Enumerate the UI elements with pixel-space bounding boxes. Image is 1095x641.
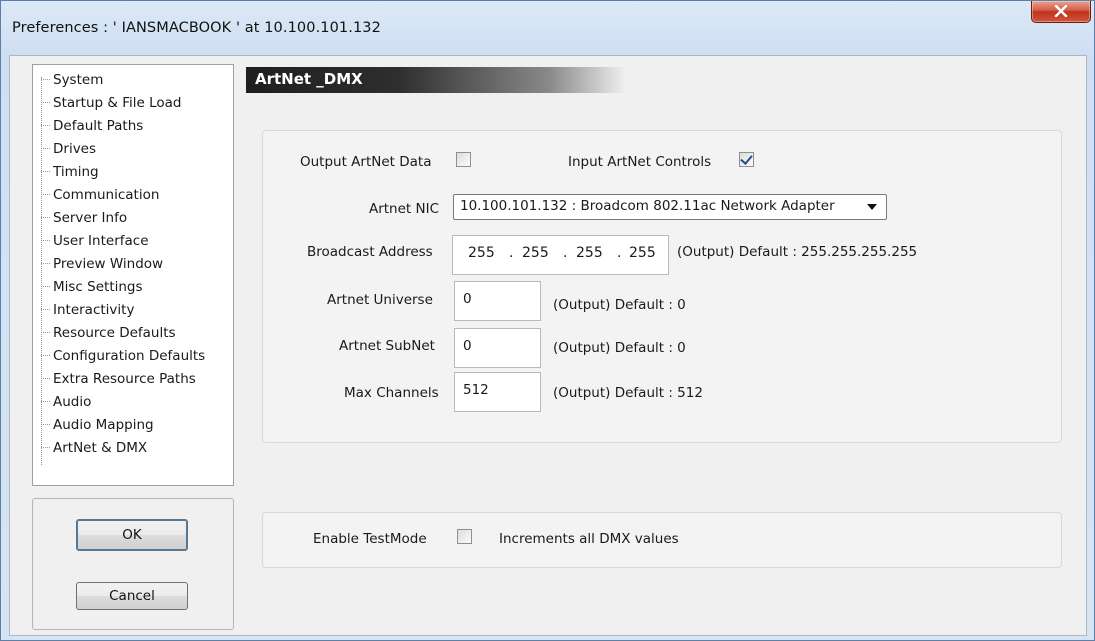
preferences-tree: System Startup & File Load Default Paths… [32,64,234,486]
dialog-body: System Startup & File Load Default Paths… [9,55,1087,636]
max-channels-default-hint: (Output) Default : 512 [553,385,703,401]
broadcast-address-input[interactable]: 255 . 255 . 255 . 255 [452,235,669,275]
tree-item-interactivity[interactable]: Interactivity [33,298,135,321]
input-artnet-checkbox[interactable] [739,152,754,167]
broadcast-dot: . [617,245,622,261]
broadcast-octet-3: 255 [576,245,603,261]
close-icon [1054,5,1068,17]
artnet-nic-select[interactable]: 10.100.101.132 : Broadcom 802.11ac Netwo… [453,194,887,220]
tree-item-label: System [53,71,104,88]
broadcast-octet-1: 255 [468,245,495,261]
max-channels-value: 512 [463,382,489,398]
enable-testmode-checkbox[interactable] [457,529,472,544]
tree-item-label: Server Info [53,209,128,226]
ok-button[interactable]: OK [76,519,188,551]
max-channels-label: Max Channels [344,385,439,401]
tree-item-label: Preview Window [53,255,164,272]
chevron-down-icon [867,204,877,210]
enable-testmode-label: Enable TestMode [313,531,427,547]
tree-item-label: Default Paths [53,117,144,134]
close-button[interactable] [1031,1,1091,23]
tree-item-label: Configuration Defaults [53,347,206,364]
broadcast-address-label: Broadcast Address [307,244,433,260]
tree-item-misc-settings[interactable]: Misc Settings [33,275,144,298]
tree-item-label: Audio Mapping [53,416,154,433]
artnet-nic-label: Artnet NIC [368,201,439,217]
title-bar[interactable]: Preferences : ' IANSMACBOOK ' at 10.100.… [1,1,1094,56]
section-header: ArtNet _DMX [246,67,626,93]
output-artnet-checkbox[interactable] [456,152,471,167]
tree-item-label: Startup & File Load [53,94,182,111]
input-artnet-label: Input ArtNet Controls [568,154,712,170]
artnet-subnet-input[interactable]: 0 [454,328,541,368]
broadcast-default-hint: (Output) Default : 255.255.255.255 [677,244,918,260]
tree-item-label: Extra Resource Paths [53,370,196,387]
broadcast-octet-4: 255 [629,245,656,261]
preferences-window: Preferences : ' IANSMACBOOK ' at 10.100.… [0,0,1095,641]
tree-item-audio[interactable]: Audio [33,390,92,413]
tree-item-label: Interactivity [53,301,135,318]
artnet-subnet-label: Artnet SubNet [339,338,435,354]
tree-item-label: Timing [53,163,99,180]
universe-default-hint: (Output) Default : 0 [553,297,686,313]
dialog-button-panel: OK Cancel [32,498,234,630]
tree-item-system[interactable]: System [33,68,104,91]
artnet-universe-value: 0 [463,291,472,307]
cancel-button[interactable]: Cancel [76,582,188,610]
tree-item-timing[interactable]: Timing [33,160,100,183]
section-title: ArtNet _DMX [255,70,363,88]
artnet-subnet-value: 0 [463,338,472,354]
tree-item-label: User Interface [53,232,149,249]
output-artnet-label: Output ArtNet Data [300,154,432,170]
tree-item-label: Drives [53,140,97,157]
tree-item-preview-window[interactable]: Preview Window [33,252,164,275]
testmode-hint: Increments all DMX values [499,531,679,547]
tree-item-user-interface[interactable]: User Interface [33,229,150,252]
window-title: Preferences : ' IANSMACBOOK ' at 10.100.… [12,20,381,36]
tree-item-resource-defaults[interactable]: Resource Defaults [33,321,177,344]
max-channels-input[interactable]: 512 [454,372,541,412]
broadcast-dot: . [563,245,568,261]
tree-item-label: Communication [53,186,160,203]
tree-item-default-paths[interactable]: Default Paths [33,114,144,137]
artnet-settings-group: Output ArtNet Data Input ArtNet Controls… [262,130,1062,443]
tree-item-label: Resource Defaults [53,324,176,341]
tree-item-extra-resource-paths[interactable]: Extra Resource Paths [33,367,197,390]
tree-item-configuration-defaults[interactable]: Configuration Defaults [33,344,206,367]
tree-item-label: ArtNet & DMX [53,439,148,456]
artnet-nic-value: 10.100.101.132 : Broadcom 802.11ac Netwo… [460,198,835,214]
subnet-default-hint: (Output) Default : 0 [553,340,686,356]
artnet-universe-label: Artnet Universe [327,292,433,308]
artnet-universe-input[interactable]: 0 [454,281,541,321]
tree-item-server-info[interactable]: Server Info [33,206,128,229]
tree-item-label: Audio [53,393,92,410]
tree-item-artnet-dmx[interactable]: ArtNet & DMX [33,436,148,459]
testmode-group: Enable TestMode Increments all DMX value… [262,512,1062,568]
tree-item-startup-file-load[interactable]: Startup & File Load [33,91,182,114]
tree-item-label: Misc Settings [53,278,143,295]
tree-item-audio-mapping[interactable]: Audio Mapping [33,413,155,436]
tree-item-drives[interactable]: Drives [33,137,97,160]
broadcast-octet-2: 255 [522,245,549,261]
tree-item-communication[interactable]: Communication [33,183,160,206]
broadcast-dot: . [509,245,514,261]
